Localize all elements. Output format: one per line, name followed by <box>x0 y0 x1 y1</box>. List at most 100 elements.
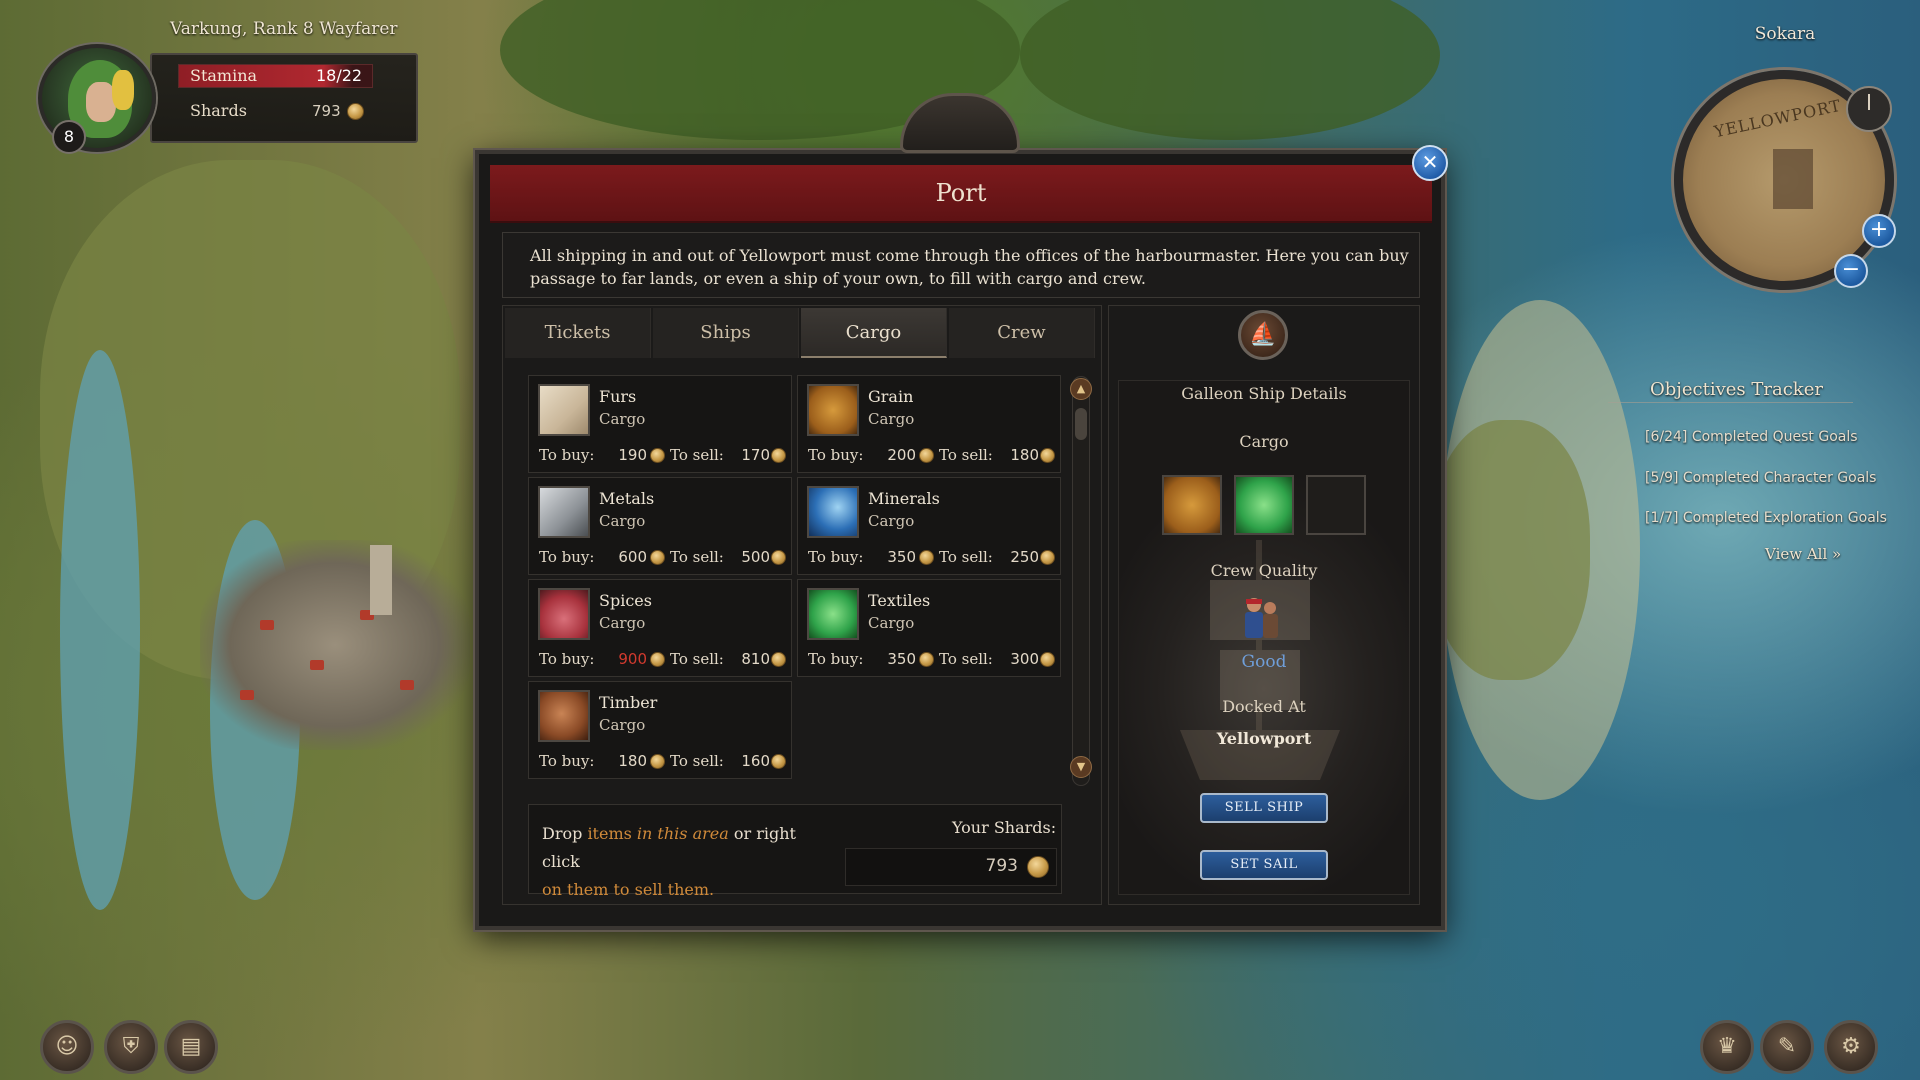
timber-icon <box>538 690 590 742</box>
map-scroll-icon[interactable]: ✎ <box>1760 1020 1814 1074</box>
item-type: Cargo <box>599 410 646 428</box>
tab-ships[interactable]: Ships <box>653 308 799 358</box>
shard-coin-icon <box>771 448 786 463</box>
docked-at-heading: Docked At <box>1222 697 1306 716</box>
your-shards-label: Your Shards: <box>952 818 1057 837</box>
town-roof <box>260 620 274 630</box>
town-roof <box>400 680 414 690</box>
sell-label: To sell: <box>670 548 724 566</box>
docked-at-value: Yellowport <box>1216 729 1312 748</box>
close-button[interactable]: ✕ <box>1412 145 1448 181</box>
zoom-in-button[interactable]: + <box>1862 214 1896 248</box>
cargo-item-textiles[interactable]: Textiles Cargo To buy: 350 To sell: 300 <box>797 579 1061 677</box>
spices-icon <box>538 588 590 640</box>
minerals-icon <box>807 486 859 538</box>
item-type: Cargo <box>599 512 646 530</box>
shard-coin-icon <box>771 652 786 667</box>
item-type: Cargo <box>868 614 915 632</box>
sell-label: To sell: <box>670 752 724 770</box>
stamina-label: Stamina <box>190 66 258 85</box>
buy-label: To buy: <box>808 650 864 668</box>
item-type: Cargo <box>868 410 915 428</box>
buy-price-unaffordable: 900 <box>618 650 647 668</box>
map-forest-center <box>1020 0 1440 140</box>
buy-price: 190 <box>618 446 647 464</box>
compass-icon[interactable] <box>1846 86 1892 132</box>
zoom-out-button[interactable]: − <box>1834 254 1868 288</box>
item-name: Grain <box>868 387 914 406</box>
level-badge: 8 <box>52 120 86 154</box>
buy-price: 600 <box>618 548 647 566</box>
ship-cargo-slot-textiles[interactable] <box>1234 475 1294 535</box>
crew-icon <box>1245 598 1278 638</box>
objective-quest-goals[interactable]: [6/24] Completed Quest Goals <box>1645 429 1858 445</box>
scrollbar-thumb[interactable] <box>1075 408 1087 440</box>
tab-cargo[interactable]: Cargo <box>801 308 947 358</box>
buy-price: 180 <box>618 752 647 770</box>
town-roof <box>240 690 254 700</box>
cargo-item-furs[interactable]: Furs Cargo To buy: 190 To sell: 170 <box>528 375 792 473</box>
scroll-up-arrow-icon[interactable]: ▲ <box>1070 378 1092 400</box>
item-name: Metals <box>599 489 655 508</box>
shard-coin-icon <box>919 652 934 667</box>
buy-label: To buy: <box>539 548 595 566</box>
ship-book-icon[interactable]: ⛵ <box>1238 310 1288 360</box>
town-tower <box>370 545 392 615</box>
town-roof <box>310 660 324 670</box>
close-icon: ✕ <box>1421 150 1439 174</box>
sell-label: To sell: <box>670 650 724 668</box>
sell-price: 300 <box>1010 650 1039 668</box>
objective-exploration-goals[interactable]: [1/7] Completed Exploration Goals <box>1645 510 1887 526</box>
drop-instructions: Drop items in this area or right click o… <box>542 820 832 904</box>
map-river-west <box>60 350 140 910</box>
shards-value: 793 <box>312 102 341 120</box>
journal-icon[interactable]: ▤ <box>164 1020 218 1074</box>
sell-price: 180 <box>1010 446 1039 464</box>
shard-coin-icon <box>650 448 665 463</box>
cargo-item-metals[interactable]: Metals Cargo To buy: 600 To sell: 500 <box>528 477 792 575</box>
sell-price: 250 <box>1010 548 1039 566</box>
sell-price: 160 <box>741 752 770 770</box>
shards-label: Shards <box>190 101 247 120</box>
tab-crew[interactable]: Crew <box>949 308 1095 358</box>
crew-quality-heading: Crew Quality <box>1210 561 1318 580</box>
buy-label: To buy: <box>808 446 864 464</box>
drop-text-area: in this area <box>636 824 729 843</box>
buy-label: To buy: <box>539 446 595 464</box>
tab-tickets[interactable]: Tickets <box>505 308 651 358</box>
cargo-item-timber[interactable]: Timber Cargo To buy: 180 To sell: 160 <box>528 681 792 779</box>
objectives-view-all-link[interactable]: View All » <box>1765 545 1841 563</box>
sell-label: To sell: <box>670 446 724 464</box>
cargo-item-minerals[interactable]: Minerals Cargo To buy: 350 To sell: 250 <box>797 477 1061 575</box>
shard-coin-icon <box>1040 550 1055 565</box>
shard-coin-icon <box>919 550 934 565</box>
set-sail-button[interactable]: SET SAIL <box>1200 850 1328 880</box>
your-shards-value: 793 <box>985 856 1018 876</box>
cargo-item-spices[interactable]: Spices Cargo To buy: 900 To sell: 810 <box>528 579 792 677</box>
item-type: Cargo <box>599 614 646 632</box>
character-icon[interactable]: ☺ <box>40 1020 94 1074</box>
item-type: Cargo <box>599 716 646 734</box>
objective-character-goals[interactable]: [5/9] Completed Character Goals <box>1645 470 1876 486</box>
ship-cargo-slot-empty[interactable] <box>1306 475 1366 535</box>
shard-coin-icon <box>771 754 786 769</box>
shard-coin-icon <box>1040 652 1055 667</box>
drop-text-or: or <box>728 824 757 843</box>
item-name: Textiles <box>868 591 931 610</box>
textiles-icon <box>807 588 859 640</box>
ship-cargo-slot-grain[interactable] <box>1162 475 1222 535</box>
helmet-icon[interactable]: ⛨ <box>104 1020 158 1074</box>
yellowport-town[interactable] <box>200 540 470 750</box>
cargo-heading: Cargo <box>1239 432 1289 451</box>
scroll-down-arrow-icon[interactable]: ▼ <box>1070 756 1092 778</box>
settings-gear-icon[interactable]: ⚙ <box>1824 1020 1878 1074</box>
cargo-item-grain[interactable]: Grain Cargo To buy: 200 To sell: 180 <box>797 375 1061 473</box>
sell-ship-button[interactable]: SELL SHIP <box>1200 793 1328 823</box>
item-type: Cargo <box>868 512 915 530</box>
item-name: Minerals <box>868 489 940 508</box>
crown-icon[interactable]: ♛ <box>1700 1020 1754 1074</box>
sell-price: 500 <box>741 548 770 566</box>
region-name: Sokara <box>1754 24 1816 44</box>
portrait-hair <box>112 70 134 110</box>
buy-price: 350 <box>887 548 916 566</box>
